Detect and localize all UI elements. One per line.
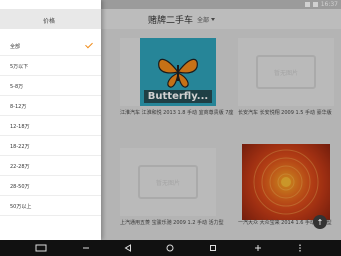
price-option[interactable]: 18-22万 — [0, 136, 101, 156]
check-icon — [85, 40, 93, 49]
scroll-top-button[interactable]: ↑ — [313, 215, 327, 229]
screenshot-icon[interactable] — [35, 244, 47, 252]
overflow-menu-icon[interactable] — [298, 244, 302, 252]
home-icon[interactable] — [166, 244, 174, 252]
back-icon[interactable] — [124, 244, 132, 252]
price-option[interactable]: 8-12万 — [0, 96, 101, 116]
system-nav-bar — [0, 240, 341, 256]
price-option[interactable]: 22-28万 — [0, 156, 101, 176]
recents-icon[interactable] — [209, 244, 217, 252]
price-option[interactable]: 12-18万 — [0, 116, 101, 136]
price-option[interactable]: 50万以上 — [0, 196, 101, 216]
price-option[interactable]: 28-50万 — [0, 176, 101, 196]
price-option[interactable]: 全部 — [0, 36, 101, 56]
volume-up-icon[interactable] — [254, 244, 262, 252]
price-option[interactable]: 5万以下 — [0, 56, 101, 76]
price-filter-drawer: 价格 全部 5万以下 5-8万 8-12万 12-18万 18-22万 22-2… — [0, 0, 101, 240]
arrow-up-icon: ↑ — [316, 217, 324, 227]
volume-down-icon[interactable] — [82, 244, 90, 252]
price-option[interactable]: 5-8万 — [0, 76, 101, 96]
drawer-title: 价格 — [43, 18, 56, 25]
